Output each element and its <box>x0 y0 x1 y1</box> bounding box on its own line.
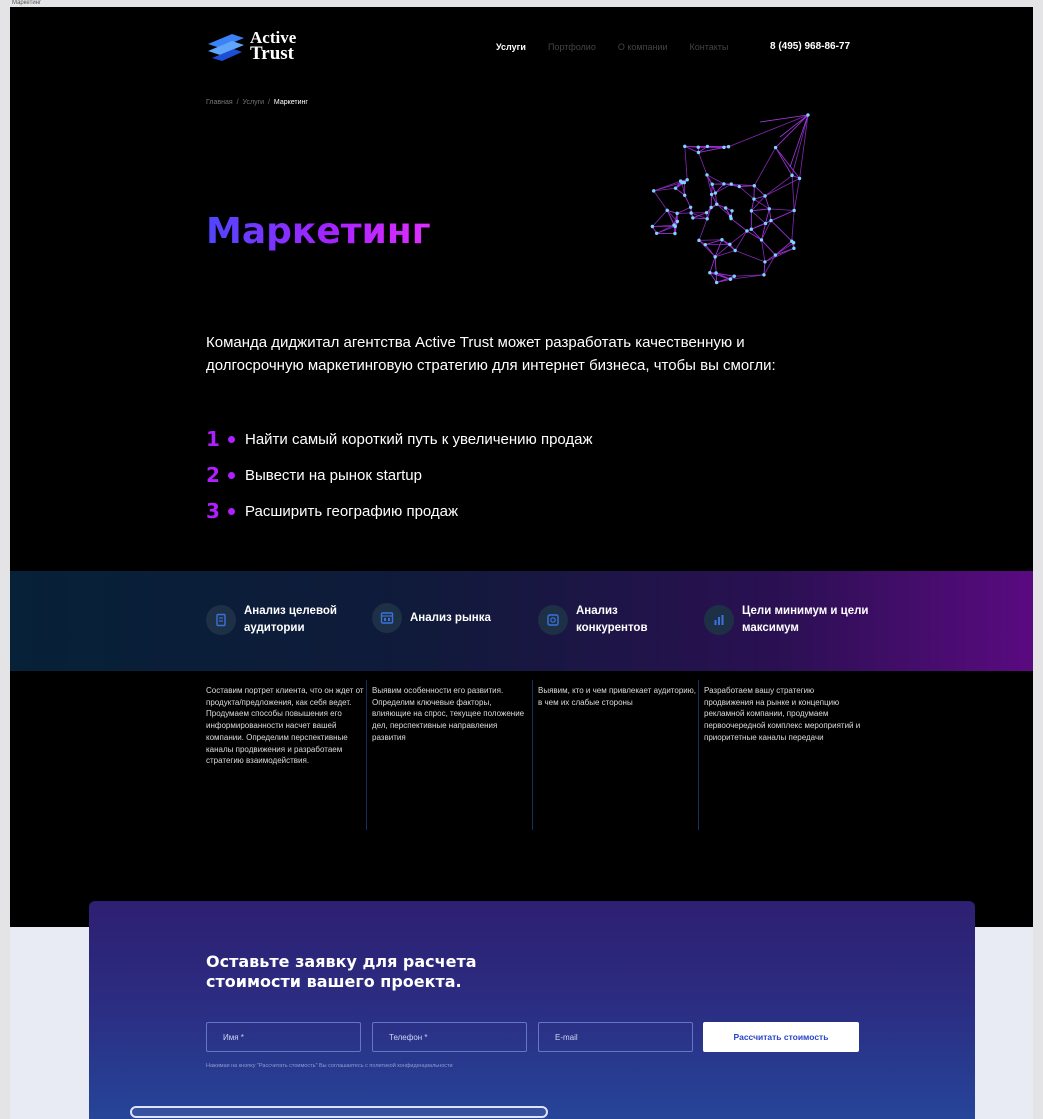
breadcrumb-current: Маркетинг <box>273 99 308 106</box>
logo-line-2: Trust <box>250 43 294 64</box>
intro-text: Команда диджитал агентства Active Trust … <box>206 334 776 374</box>
goals-list: 1 Найти самый короткий путь к увеличению… <box>206 421 593 529</box>
feature-description: Разработаем вашу стратегию продвижения н… <box>704 686 861 742</box>
market-icon <box>372 603 402 633</box>
competitors-icon <box>538 605 568 635</box>
goal-number: 1 <box>206 427 220 451</box>
phone-link[interactable]: 8 (495) 968-86-77 <box>770 41 850 52</box>
feature-description: Выявим, кто и чем привлекает аудиторию, … <box>538 686 696 707</box>
consent-text: Нажимая на кнопку "Рассчитать стоимость"… <box>206 1063 453 1069</box>
nav-about[interactable]: О компании <box>618 42 668 52</box>
feature-description: Выявим особенности его развития. Определ… <box>372 686 525 742</box>
nav-portfolio[interactable]: Портфолио <box>548 42 596 52</box>
breadcrumb-separator: / <box>268 99 270 106</box>
page-title: Маркетинг <box>206 211 431 252</box>
feature-title: Анализ рынка <box>410 611 491 624</box>
goal-number: 2 <box>206 463 220 487</box>
breadcrumb: Главная / Услуги / Маркетинг <box>206 99 308 106</box>
nav-services[interactable]: Услуги <box>496 42 526 52</box>
window-title: Маркетинг <box>12 0 42 6</box>
phone-field[interactable] <box>372 1022 527 1052</box>
logo[interactable]: Active Trust <box>206 29 296 63</box>
goal-text: Вывести на рынок startup <box>245 466 422 484</box>
dark-section: Active Trust Услуги Портфолио О компании… <box>10 7 1033 927</box>
breadcrumb-services[interactable]: Услуги <box>243 99 265 106</box>
nav-contacts[interactable]: Контакты <box>689 42 728 52</box>
bullet-icon <box>228 507 235 515</box>
feature-audience: Анализ целевой аудитории <box>206 603 364 637</box>
bullet-icon <box>228 435 235 443</box>
goal-text: Расширить географию продаж <box>245 502 459 520</box>
breadcrumb-separator: / <box>236 99 239 106</box>
goal-item: 3 Расширить географию продаж <box>206 493 593 529</box>
page: Active Trust Услуги Портфолио О компании… <box>10 7 1033 1119</box>
logo-text: Active Trust <box>250 29 296 64</box>
logo-icon <box>208 34 244 61</box>
name-field[interactable] <box>206 1022 361 1052</box>
goal-text: Найти самый короткий путь к увеличению п… <box>245 430 593 448</box>
calculate-cost-button[interactable]: Рассчитать стоимость <box>703 1022 859 1052</box>
feature-title: Цели минимум и цели максимум <box>742 605 869 634</box>
email-field[interactable] <box>538 1022 693 1052</box>
goal-item: 1 Найти самый короткий путь к увеличению… <box>206 421 593 457</box>
feature-market: Анализ рынка <box>372 603 530 633</box>
goal-item: 2 Вывести на рынок startup <box>206 457 593 493</box>
form-title: Оставьте заявку для расчета стоимости ва… <box>206 952 477 991</box>
document-icon <box>206 605 236 635</box>
chart-icon <box>704 605 734 635</box>
feature-competitors: Анализ конкурентов <box>538 603 686 637</box>
feature-title: Анализ целевой аудитории <box>244 605 337 634</box>
bullet-icon <box>228 471 235 479</box>
feature-title: Анализ конкурентов <box>576 605 648 634</box>
feature-goals: Цели минимум и цели максимум <box>704 603 872 637</box>
feature-description: Составим портрет клиента, что он ждет от… <box>206 686 364 766</box>
goal-number: 3 <box>206 499 220 523</box>
breadcrumb-home[interactable]: Главная <box>206 99 233 106</box>
main-nav: Услуги Портфолио О компании Контакты <box>496 42 750 52</box>
horizontal-scrollbar[interactable] <box>130 1106 548 1118</box>
network-illustration <box>650 113 810 285</box>
request-form-card <box>89 901 975 1119</box>
